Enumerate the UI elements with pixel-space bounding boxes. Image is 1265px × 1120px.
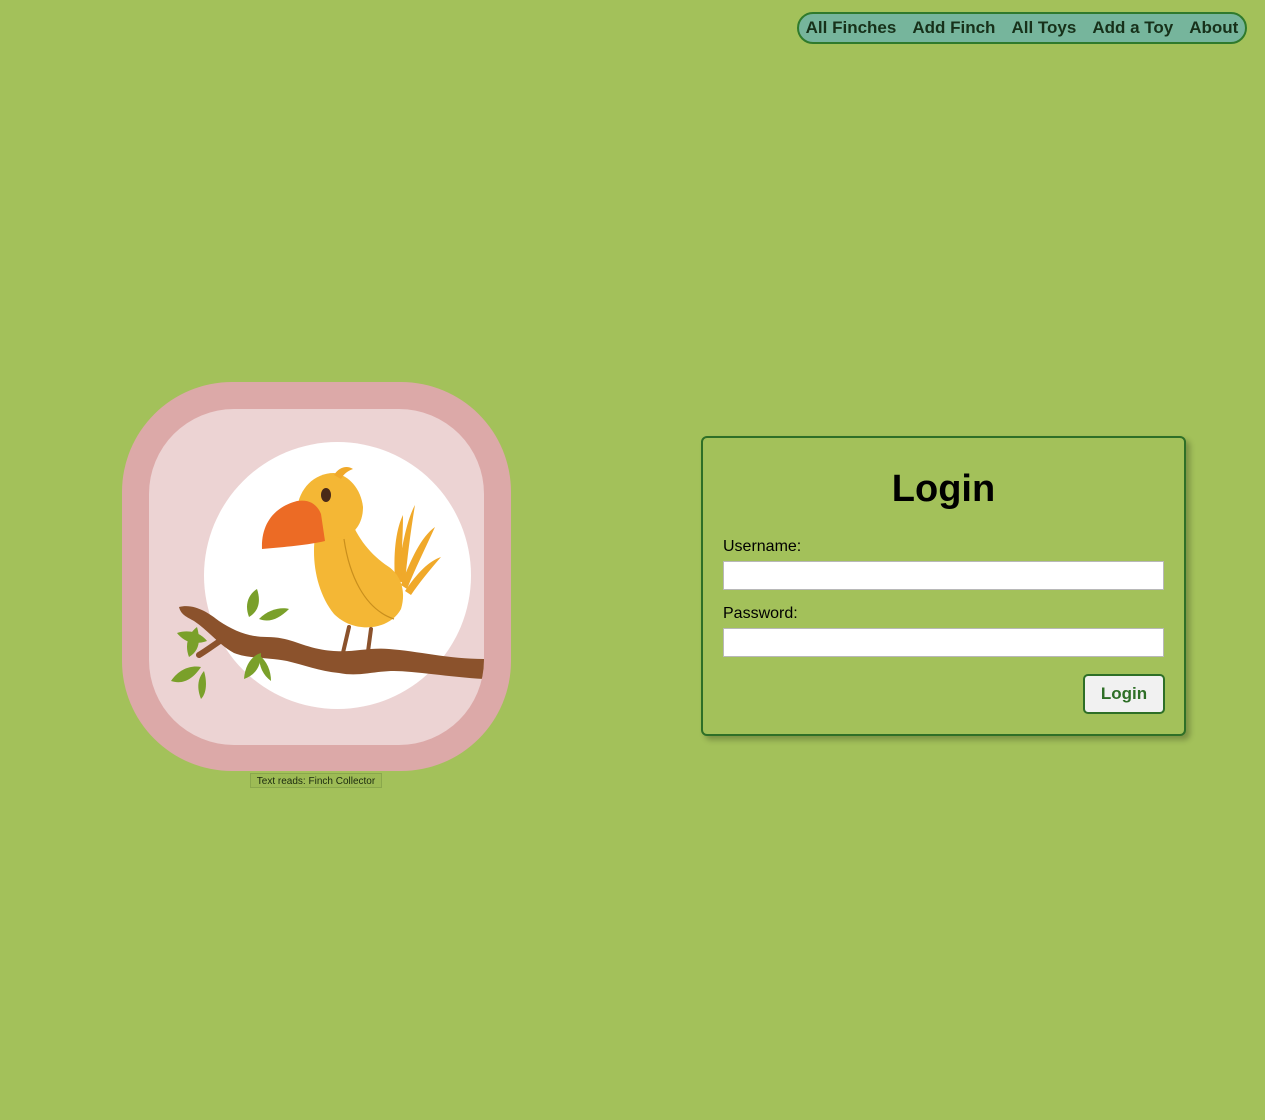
top-nav: All Finches Add Finch All Toys Add a Toy… (797, 12, 1247, 44)
login-title: Login (891, 468, 996, 510)
finch-collector-logo (122, 382, 511, 771)
nav-link-all-finches[interactable]: All Finches (806, 18, 897, 38)
logo-inner-frame (149, 409, 484, 745)
bird-beak (261, 500, 325, 549)
login-form: Login Username: Password: Login (701, 436, 1186, 736)
branch (179, 606, 484, 679)
username-label: Username: (723, 538, 802, 555)
finch-on-branch-illustration (171, 467, 484, 699)
nav-link-add-finch[interactable]: Add Finch (912, 18, 995, 38)
bird-eye (321, 488, 331, 502)
tail-feathers (394, 505, 441, 595)
nav-link-about[interactable]: About (1189, 18, 1238, 38)
password-label: Password: (723, 605, 798, 622)
logo-caption: Text reads: Finch Collector (250, 773, 382, 788)
nav-link-add-a-toy[interactable]: Add a Toy (1092, 18, 1173, 38)
login-button[interactable]: Login (1083, 674, 1165, 714)
nav-link-all-toys[interactable]: All Toys (1011, 18, 1076, 38)
username-input[interactable] (723, 561, 1164, 590)
password-input[interactable] (723, 628, 1164, 657)
